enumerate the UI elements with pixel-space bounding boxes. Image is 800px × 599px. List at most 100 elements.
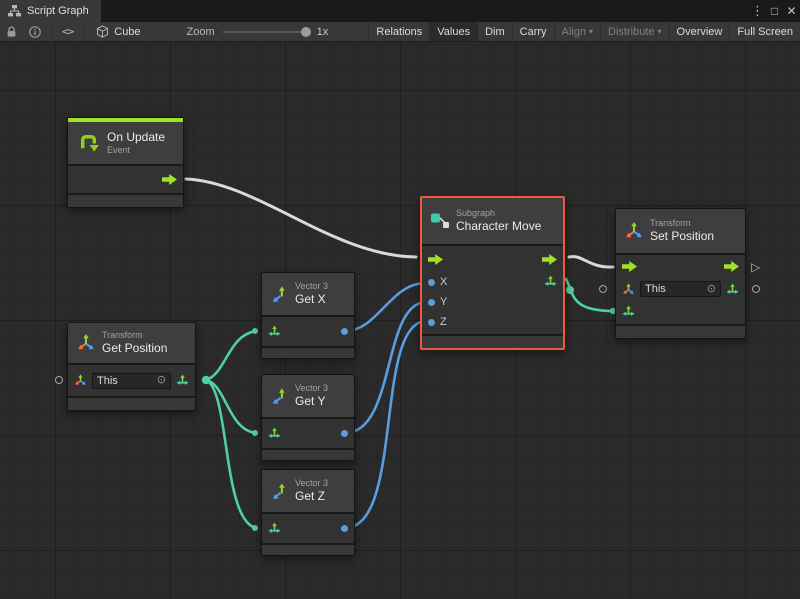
dim-label: Dim xyxy=(485,26,505,38)
node-character-move[interactable]: Subgraph Character Move X xyxy=(420,196,565,350)
carry-button[interactable]: Carry xyxy=(512,22,554,41)
node-subtitle: Event xyxy=(107,145,165,156)
wire-getposition-to-getx[interactable] xyxy=(206,331,256,380)
vector3-in-port-icon[interactable] xyxy=(268,325,281,338)
relations-button[interactable]: Relations xyxy=(368,22,429,41)
values-label: Values xyxy=(437,26,470,38)
node-category: Vector 3 xyxy=(295,383,328,394)
tab-title: Script Graph xyxy=(27,5,89,17)
vector3-icon xyxy=(270,482,289,501)
node-get-x[interactable]: Vector 3 Get X xyxy=(261,272,355,359)
fullscreen-button[interactable]: Full Screen xyxy=(729,22,800,41)
toolbar-separator xyxy=(83,25,84,39)
node-header: On Update Event xyxy=(68,122,183,164)
node-header: Vector 3 Get X xyxy=(262,273,354,315)
node-category: Transform xyxy=(650,218,714,229)
lock-icon[interactable] xyxy=(0,22,23,41)
node-on-update[interactable]: On Update Event xyxy=(67,117,184,208)
transform-port-icon[interactable] xyxy=(74,374,87,387)
chevron-down-icon: ▾ xyxy=(658,27,662,36)
flow-out-port-icon[interactable] xyxy=(162,174,177,185)
x-in-port[interactable] xyxy=(428,279,435,286)
node-get-y[interactable]: Vector 3 Get Y xyxy=(261,374,355,461)
vector3-out-port-icon[interactable] xyxy=(726,283,739,296)
vector3-in-port-icon[interactable] xyxy=(268,522,281,535)
align-button[interactable]: Align▾ xyxy=(554,22,600,41)
node-footer xyxy=(262,545,354,555)
vector3-in-port-icon[interactable] xyxy=(268,427,281,440)
wire-flow-charactermove-to-setposition[interactable] xyxy=(569,257,613,267)
zoom-slider-knob[interactable] xyxy=(301,27,311,37)
node-category: Transform xyxy=(102,330,167,341)
info-icon[interactable] xyxy=(23,22,47,41)
target-object-value: This xyxy=(97,375,118,387)
overview-label: Overview xyxy=(677,26,723,38)
window-close-button[interactable]: ✕ xyxy=(783,0,800,22)
tab-bar: Script Graph ⋮ □ ✕ xyxy=(0,0,800,22)
graph-owner-button[interactable]: Cube xyxy=(88,22,148,41)
flow-in-port-icon[interactable] xyxy=(622,261,637,272)
wire-start-dot xyxy=(566,286,574,294)
overview-button[interactable]: Overview xyxy=(669,22,730,41)
node-footer xyxy=(262,348,354,358)
wire-getz-to-z-input[interactable] xyxy=(345,321,426,528)
float-out-port[interactable] xyxy=(341,328,348,335)
node-category: Subgraph xyxy=(456,208,541,219)
transform-icon xyxy=(76,333,96,353)
node-category: Vector 3 xyxy=(295,478,328,489)
code-icon[interactable]: <> xyxy=(56,22,79,41)
float-out-port[interactable] xyxy=(341,430,348,437)
flow-out-port-icon[interactable] xyxy=(542,254,557,265)
graph-toolbar: <> Cube Zoom 1x Relations Values Dim Car… xyxy=(0,22,800,42)
dim-button[interactable]: Dim xyxy=(477,22,512,41)
toolbar-buttons: Relations Values Dim Carry Align▾ Distri… xyxy=(368,22,800,41)
port-label-z: Z xyxy=(440,316,447,328)
node-title: On Update xyxy=(107,130,165,145)
distribute-button[interactable]: Distribute▾ xyxy=(600,22,668,41)
vector3-icon xyxy=(270,387,289,406)
set-position-target-port[interactable] xyxy=(599,285,607,293)
node-set-position[interactable]: Transform Set Position xyxy=(615,208,746,339)
wire-gety-to-y-input[interactable] xyxy=(345,302,426,433)
target-object-field[interactable]: This ⊙ xyxy=(640,281,721,297)
node-footer xyxy=(68,195,183,207)
wire-junction-dot xyxy=(202,376,210,384)
window-maximize-button[interactable]: □ xyxy=(766,0,783,22)
window-menu-button[interactable]: ⋮ xyxy=(749,0,766,22)
object-picker-icon[interactable]: ⊙ xyxy=(707,284,716,295)
graph-canvas[interactable]: On Update Event xyxy=(0,42,800,599)
flow-in-port-icon[interactable] xyxy=(428,254,443,265)
toolbar-separator xyxy=(51,25,52,39)
set-position-flow-continue-port[interactable]: ▷ xyxy=(751,261,760,273)
vector3-out-port-icon[interactable] xyxy=(176,374,189,387)
flow-out-port-icon[interactable] xyxy=(724,261,739,272)
wire-getposition-to-getz[interactable] xyxy=(206,380,256,528)
transform-port-icon[interactable] xyxy=(622,283,635,296)
node-header: Transform Set Position xyxy=(616,209,745,253)
node-header: Transform Get Position xyxy=(68,323,195,363)
tab-script-graph[interactable]: Script Graph xyxy=(0,0,101,22)
get-position-target-port[interactable] xyxy=(55,376,63,384)
node-title: Get Z xyxy=(295,489,328,504)
zoom-slider-track xyxy=(223,31,311,33)
vector3-in-port-icon[interactable] xyxy=(622,305,635,318)
target-object-field[interactable]: This ⊙ xyxy=(92,373,171,389)
z-in-port[interactable] xyxy=(428,319,435,326)
zoom-slider[interactable] xyxy=(223,22,311,41)
target-object-value: This xyxy=(645,283,666,295)
wire-charactermove-to-setposition-vector[interactable] xyxy=(566,279,614,311)
zoom-label: Zoom xyxy=(187,26,215,38)
wire-flow-onupdate-to-charactermove[interactable] xyxy=(186,179,416,257)
values-button[interactable]: Values xyxy=(429,22,477,41)
graph-icon xyxy=(8,5,21,17)
script-graph-window: Script Graph ⋮ □ ✕ <> Cube Zoom 1x Rel xyxy=(0,0,800,599)
set-position-value-out-port[interactable] xyxy=(752,285,760,293)
y-in-port[interactable] xyxy=(428,299,435,306)
port-label-x: X xyxy=(440,276,447,288)
float-out-port[interactable] xyxy=(341,525,348,532)
node-title: Get Position xyxy=(102,341,167,356)
vector3-out-port-icon[interactable] xyxy=(544,275,557,288)
node-get-position[interactable]: Transform Get Position This ⊙ xyxy=(67,322,196,411)
node-get-z[interactable]: Vector 3 Get Z xyxy=(261,469,355,556)
object-picker-icon[interactable]: ⊙ xyxy=(157,375,166,386)
